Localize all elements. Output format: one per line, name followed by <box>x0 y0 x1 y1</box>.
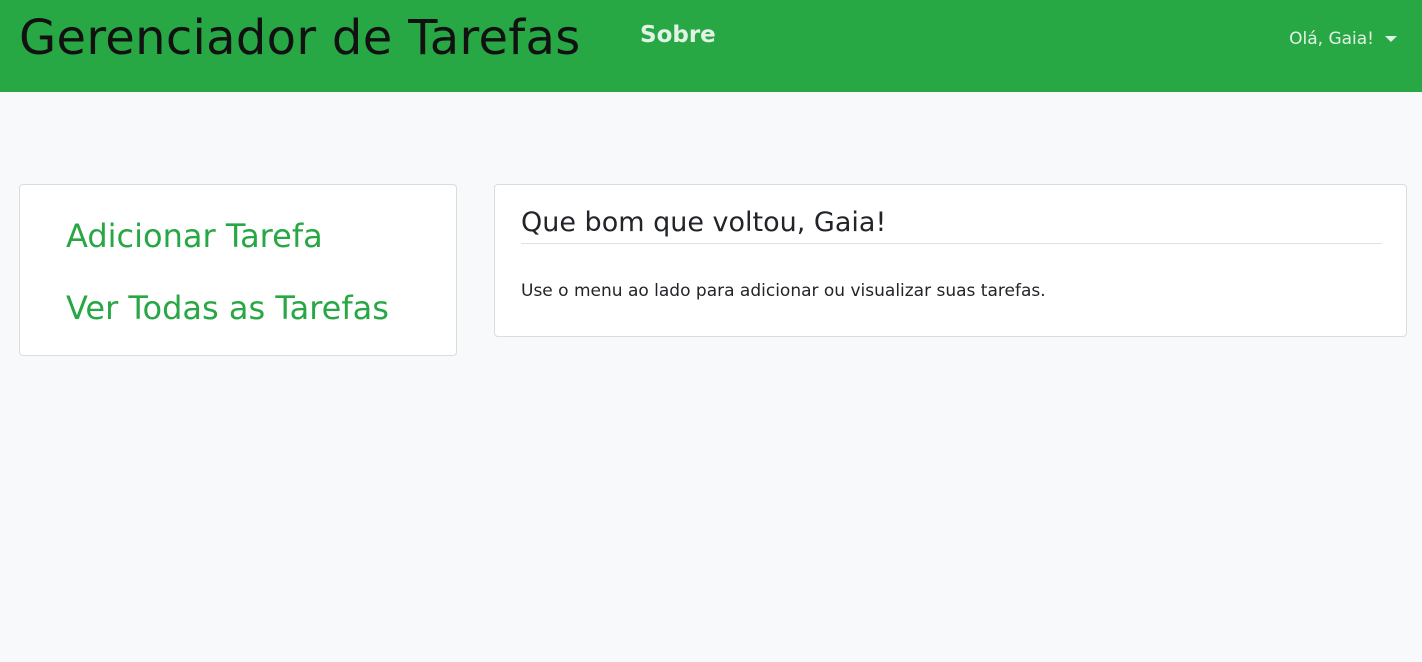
user-menu-dropdown[interactable]: Olá, Gaia! <box>1289 27 1397 51</box>
sidebar-menu-card: Adicionar Tarefa Ver Todas as Tarefas <box>19 184 457 356</box>
welcome-text: Use o menu ao lado para adicionar ou vis… <box>521 281 1046 301</box>
welcome-card: Que bom que voltou, Gaia! Use o menu ao … <box>494 184 1407 337</box>
about-link[interactable]: Sobre <box>640 19 716 51</box>
top-navbar: Gerenciador de Tarefas Sobre Olá, Gaia! <box>0 0 1422 92</box>
sidebar-item-add-task[interactable]: Adicionar Tarefa <box>66 216 323 256</box>
sidebar-item-view-all-tasks[interactable]: Ver Todas as Tarefas <box>66 288 389 328</box>
welcome-title: Que bom que voltou, Gaia! <box>521 207 887 238</box>
user-menu-label: Olá, Gaia! <box>1289 29 1374 49</box>
title-divider <box>521 243 1382 244</box>
app-brand-link[interactable]: Gerenciador de Tarefas <box>19 6 581 70</box>
chevron-down-icon <box>1385 36 1397 42</box>
